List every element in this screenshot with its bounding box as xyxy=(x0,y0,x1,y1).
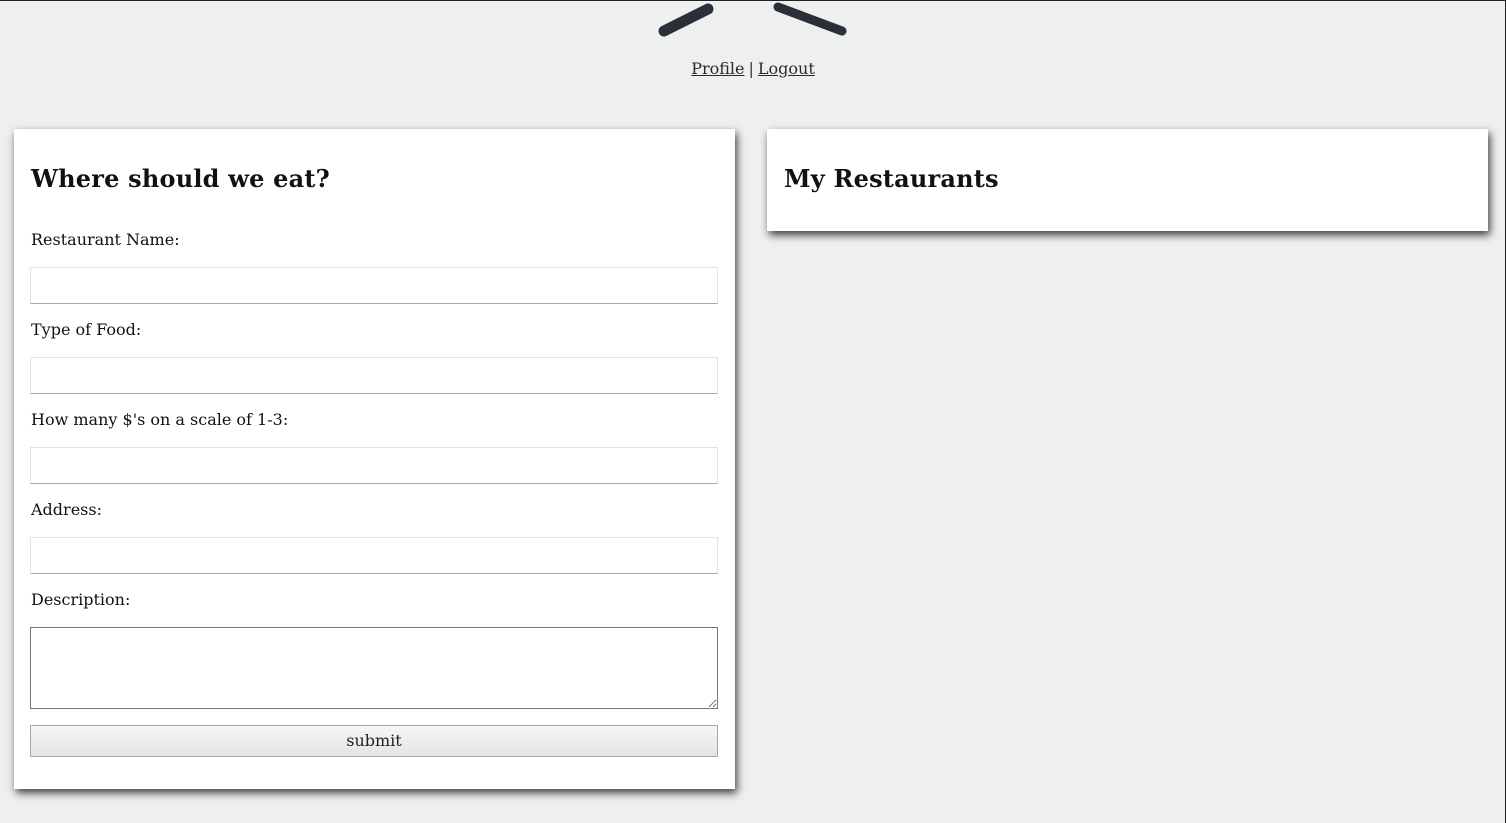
price-scale-label: How many $'s on a scale of 1-3: xyxy=(31,410,289,429)
form-title: Where should we eat? xyxy=(31,164,330,193)
my-restaurants-panel: My Restaurants xyxy=(767,129,1488,231)
submit-button[interactable]: submit xyxy=(30,725,718,757)
top-nav: Profile | Logout xyxy=(0,59,1506,78)
add-restaurant-form: Where should we eat? Restaurant Name: Ty… xyxy=(14,129,735,789)
utensils-logo-icon xyxy=(658,2,847,37)
nav-separator: | xyxy=(748,59,754,78)
restaurant-name-label: Restaurant Name: xyxy=(31,230,180,249)
description-textarea[interactable] xyxy=(30,627,718,709)
food-type-label: Type of Food: xyxy=(31,320,142,339)
restaurants-title: My Restaurants xyxy=(784,164,999,193)
logout-link[interactable]: Logout xyxy=(758,59,815,78)
profile-link[interactable]: Profile xyxy=(691,59,744,78)
price-scale-input[interactable] xyxy=(30,447,718,484)
address-input[interactable] xyxy=(30,537,718,574)
description-label: Description: xyxy=(31,590,131,609)
restaurant-name-input[interactable] xyxy=(30,267,718,304)
address-label: Address: xyxy=(31,500,102,519)
food-type-input[interactable] xyxy=(30,357,718,394)
